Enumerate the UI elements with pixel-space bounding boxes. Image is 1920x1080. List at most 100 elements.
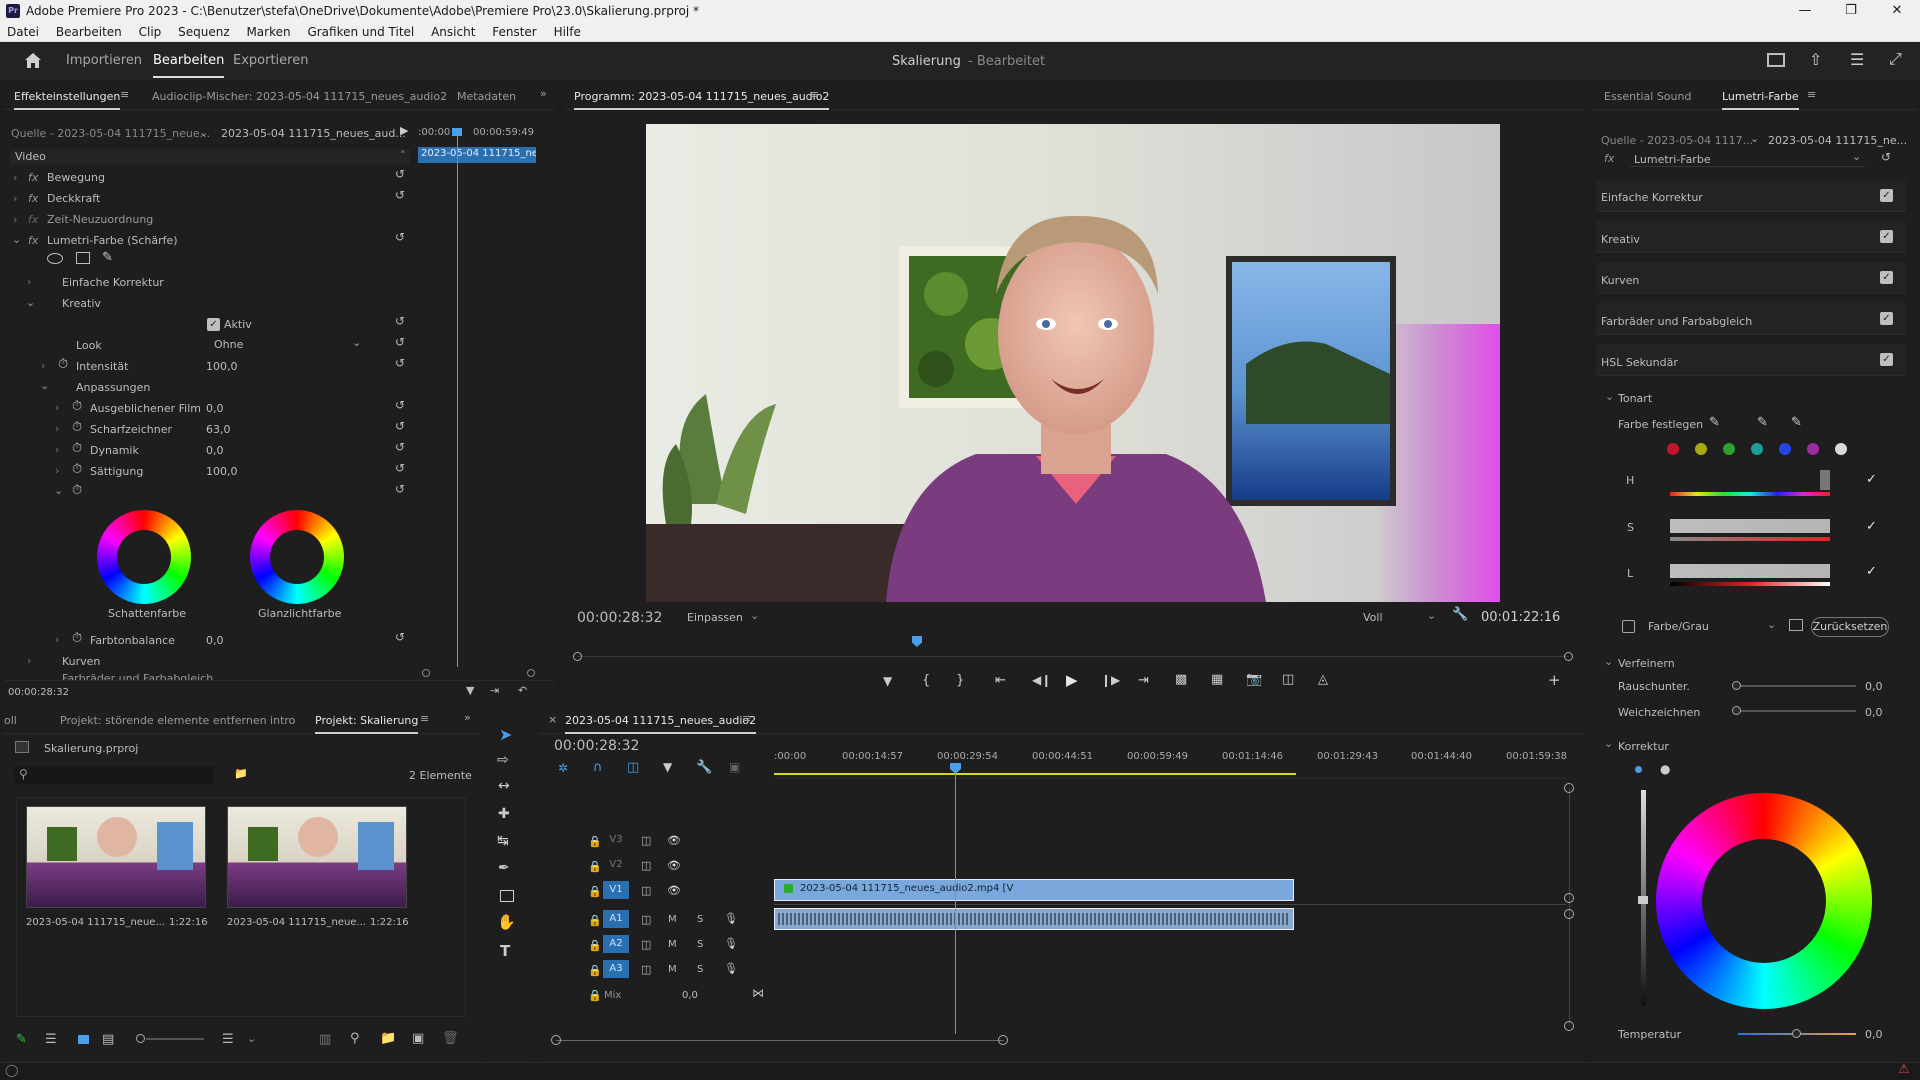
zuruecksetzen-button[interactable]: Zurücksetzen: [1811, 617, 1889, 637]
tab-effekteinstellungen[interactable]: Effekteinstellungen: [14, 90, 121, 110]
stopwatch-icon[interactable]: ⏱: [72, 462, 82, 477]
menu-sequenz[interactable]: Sequenz: [171, 22, 236, 39]
go-to-out-icon[interactable]: ⇥: [1138, 673, 1149, 688]
new-bin-icon[interactable]: 📁: [380, 1031, 396, 1046]
anpassungen-label[interactable]: Anpassungen: [76, 381, 150, 394]
aktiv-checkbox[interactable]: ✓: [207, 318, 220, 331]
menu-ansicht[interactable]: Ansicht: [424, 22, 481, 39]
linked-selection-icon[interactable]: ◫: [627, 760, 639, 775]
solo-button[interactable]: S: [697, 964, 703, 975]
menu-clip[interactable]: Clip: [132, 22, 168, 39]
look-dropdown-icon[interactable]: ⌄: [352, 336, 361, 349]
new-item-icon[interactable]: ▣: [412, 1031, 424, 1046]
eye-icon[interactable]: 👁: [667, 859, 681, 872]
search-icon[interactable]: ⚲: [19, 767, 28, 781]
selection-tool-icon[interactable]: ➤: [499, 725, 512, 744]
comparison-view-icon[interactable]: ◫: [1282, 672, 1294, 687]
mix-pan-icon[interactable]: ⋈: [752, 986, 764, 1000]
fx-einfache-korrektur[interactable]: Einfache Korrektur: [62, 276, 164, 289]
lock-icon[interactable]: 🔒: [588, 989, 602, 1002]
fx-lumetri[interactable]: Lumetri-Farbe (Schärfe): [47, 234, 178, 247]
nav-importieren[interactable]: Importieren: [66, 53, 142, 68]
section-checkbox[interactable]: ✓: [1880, 312, 1893, 325]
h-check-icon[interactable]: ✓: [1866, 472, 1877, 487]
stopwatch-icon[interactable]: ⏱: [58, 357, 68, 372]
ellipse-mask-icon[interactable]: [47, 253, 63, 264]
fx-clip-bar[interactable]: 2023-05-04 111715_ne: [418, 147, 536, 163]
solo-button[interactable]: S: [697, 914, 703, 925]
menu-marken[interactable]: Marken: [239, 22, 296, 39]
quick-export-icon[interactable]: [1767, 53, 1785, 67]
lock-icon[interactable]: 🔒: [588, 860, 602, 873]
section-checkbox[interactable]: ✓: [1880, 353, 1893, 366]
rauschunter-knob[interactable]: [1732, 681, 1741, 690]
overwrite-icon[interactable]: ▦: [1211, 672, 1223, 687]
nest-icon[interactable]: ✲: [558, 761, 568, 775]
step-back-icon[interactable]: ◀❙: [1032, 673, 1051, 687]
new-bin-from-search-icon[interactable]: 📁: [234, 767, 248, 780]
lumetri-sequence[interactable]: 2023-05-04 111715_ne...: [1768, 134, 1907, 147]
freeform-view-icon[interactable]: ▤: [102, 1032, 114, 1047]
h-scroll-knob-left[interactable]: [551, 1035, 561, 1045]
hand-tool-icon[interactable]: ✋: [497, 913, 516, 931]
fx-deckkraft[interactable]: Deckkraft: [47, 192, 100, 205]
section-checkbox[interactable]: ✓: [1880, 189, 1893, 202]
expand-param-icon[interactable]: ›: [55, 443, 59, 456]
swatch-yellow[interactable]: [1695, 443, 1707, 455]
eye-icon[interactable]: 👁: [667, 884, 681, 897]
mic-icon[interactable]: 🎙: [724, 962, 738, 975]
tab-audioclip-mischer[interactable]: Audioclip-Mischer: 2023-05-04 111715_neu…: [152, 90, 447, 103]
stopwatch-icon[interactable]: ⏱: [72, 420, 82, 435]
go-to-in-icon[interactable]: ⇤: [995, 673, 1006, 688]
fx-zeit-neuzuordnung[interactable]: Zeit-Neuzuordnung: [47, 213, 153, 226]
expand-param-icon[interactable]: ›: [55, 464, 59, 477]
s-range[interactable]: [1670, 519, 1830, 533]
single-wheel-icon[interactable]: [1635, 766, 1642, 773]
program-title[interactable]: Programm: 2023-05-04 111715_neues_audio2: [574, 90, 830, 110]
tab-metadaten[interactable]: Metadaten: [457, 90, 516, 103]
expand-kurven-icon[interactable]: ›: [27, 654, 31, 667]
invert-mask-icon[interactable]: [1789, 619, 1803, 631]
three-wheel-icon[interactable]: ●: [1660, 762, 1670, 776]
lock-icon[interactable]: 🔒: [588, 885, 602, 898]
track-v2[interactable]: V2: [603, 857, 629, 873]
v-scroll-knob[interactable]: [1564, 909, 1574, 919]
minimize-icon[interactable]: —: [1782, 0, 1828, 22]
intensitaet-value[interactable]: 100,0: [206, 360, 238, 373]
collapse-wheels-icon[interactable]: ⌄: [54, 484, 63, 497]
stopwatch-icon[interactable]: ⏱: [72, 483, 82, 498]
nav-exportieren[interactable]: Exportieren: [233, 53, 308, 68]
reset-icon[interactable]: ↺: [395, 168, 407, 180]
play-icon[interactable]: ▶: [1066, 671, 1078, 689]
home-icon[interactable]: [24, 52, 42, 69]
korrektur-label[interactable]: Korrektur: [1618, 740, 1669, 753]
verfeinern-label[interactable]: Verfeinern: [1618, 657, 1675, 670]
share-icon[interactable]: ⇧: [1809, 50, 1822, 69]
reset-icon[interactable]: ↺: [395, 357, 407, 369]
button-editor-plus-icon[interactable]: +: [1548, 671, 1561, 689]
v-scroll-knob[interactable]: [1564, 893, 1574, 903]
project-search-input[interactable]: [14, 766, 214, 784]
restore-icon[interactable]: ❐: [1828, 0, 1874, 22]
lumetri-source-dropdown-icon[interactable]: ⌄: [1750, 132, 1759, 145]
reset-icon[interactable]: ↺: [395, 231, 407, 243]
project-thumbnail[interactable]: [227, 806, 407, 908]
look-value[interactable]: Ohne: [214, 338, 243, 351]
sequence-menu-icon[interactable]: ≡: [742, 712, 751, 725]
section-kreativ[interactable]: Kreativ: [1601, 233, 1640, 246]
h-spectrum[interactable]: [1670, 492, 1830, 496]
swatch-red[interactable]: [1667, 443, 1679, 455]
list-view-icon[interactable]: ☰: [45, 1032, 57, 1047]
project-menu-icon[interactable]: ≡: [420, 712, 429, 725]
v-scroll-knob[interactable]: [1564, 1021, 1574, 1031]
filter-icon[interactable]: ▼: [466, 684, 474, 697]
reset-icon[interactable]: ↺: [395, 441, 407, 453]
track-a1[interactable]: A1: [603, 910, 629, 928]
step-forward-icon[interactable]: ❙▶: [1101, 673, 1120, 687]
project-thumbnail[interactable]: [26, 806, 206, 908]
mic-icon[interactable]: 🎙: [724, 937, 738, 950]
fx-kurven[interactable]: Kurven: [62, 655, 100, 668]
temperatur-value[interactable]: 0,0: [1865, 1028, 1883, 1041]
farbe-grau-checkbox[interactable]: [1622, 620, 1635, 633]
tab-essential-sound[interactable]: Essential Sound: [1604, 90, 1691, 103]
